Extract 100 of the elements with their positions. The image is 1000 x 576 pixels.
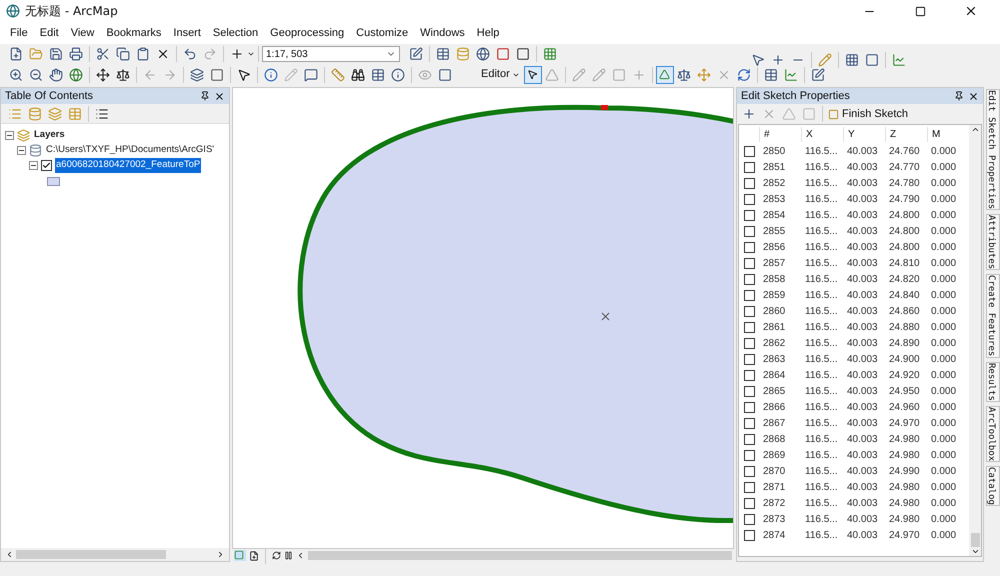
scale-field[interactable]: 1:17, 503 xyxy=(262,46,400,62)
table-cell-text: 2868 xyxy=(762,432,786,446)
checkbox[interactable] xyxy=(41,160,52,171)
collapse-toggle[interactable] xyxy=(17,146,26,155)
table-cell-text: 2860 xyxy=(762,304,786,318)
checkbox[interactable] xyxy=(744,466,754,476)
polygon-feature[interactable] xyxy=(298,104,733,524)
checkbox[interactable] xyxy=(744,354,754,364)
menu-item[interactable]: Windows xyxy=(414,24,471,42)
table-cell-text: 40.003 xyxy=(846,528,879,542)
horizontal-scrollbar[interactable] xyxy=(1,548,229,561)
table-cell-text: 40.003 xyxy=(846,448,879,462)
menu-item[interactable]: Geoprocessing xyxy=(264,24,350,42)
layout-view-icon[interactable] xyxy=(248,550,259,560)
layers-icon xyxy=(17,129,30,142)
scroll-thumb[interactable] xyxy=(16,550,166,559)
checkbox[interactable] xyxy=(744,418,754,428)
table-cell-text: 2864 xyxy=(762,368,786,382)
scroll-thumb[interactable] xyxy=(970,533,980,547)
tree-label[interactable]: C:\Users\TXYF_HP\Documents\ArcGIS' xyxy=(45,143,216,158)
checkbox[interactable] xyxy=(744,386,754,396)
table-cell-text: 0.000 xyxy=(930,224,958,238)
menu-item[interactable]: Selection xyxy=(206,24,264,42)
refresh-icon[interactable] xyxy=(272,551,281,560)
checkbox[interactable] xyxy=(744,498,754,508)
checkbox[interactable] xyxy=(744,290,754,300)
table-cell-text: 40.003 xyxy=(846,144,879,158)
column-header[interactable]: Z xyxy=(885,126,927,142)
checkbox[interactable] xyxy=(744,482,754,492)
checkbox[interactable] xyxy=(744,274,754,284)
dropdown-caret-icon[interactable] xyxy=(247,50,255,58)
menu-item[interactable]: Insert xyxy=(167,24,207,42)
edit-tool-icon[interactable] xyxy=(524,66,542,84)
checkbox[interactable] xyxy=(744,146,754,156)
side-tab[interactable]: Results xyxy=(986,362,1000,402)
checkbox[interactable] xyxy=(744,450,754,460)
table-cell-text: 116.5... xyxy=(804,144,839,158)
table-cell-text: 24.770 xyxy=(888,160,921,174)
table-cell-text: 116.5... xyxy=(804,368,839,382)
menu-item[interactable]: Edit xyxy=(34,24,65,42)
table-cell-text: 24.760 xyxy=(888,144,921,158)
column-header[interactable]: # xyxy=(759,126,801,142)
checkbox[interactable] xyxy=(744,210,754,220)
table-cell-text: 40.003 xyxy=(846,256,879,270)
menu-item[interactable]: Bookmarks xyxy=(100,24,168,42)
table-cell-text: 24.980 xyxy=(888,448,921,462)
checkbox[interactable] xyxy=(744,402,754,412)
table-cell-text: 24.860 xyxy=(888,304,921,318)
side-tab[interactable]: Edit Sketch Properties xyxy=(986,89,1000,210)
checkbox[interactable] xyxy=(744,530,754,540)
map-canvas[interactable] xyxy=(232,87,734,549)
table-cell-text: 116.5... xyxy=(804,176,839,190)
menu-item[interactable]: Help xyxy=(470,24,506,42)
table-cell-text: 116.5... xyxy=(804,304,839,318)
checkbox[interactable] xyxy=(744,226,754,236)
checkbox[interactable] xyxy=(744,514,754,524)
collapse-toggle[interactable] xyxy=(5,131,14,140)
checkbox[interactable] xyxy=(744,162,754,172)
menu-item[interactable]: File xyxy=(4,24,34,42)
column-header[interactable]: X xyxy=(801,126,843,142)
side-tab[interactable]: Catalog xyxy=(986,466,1000,506)
close-icon[interactable] xyxy=(968,90,979,102)
table-cell-text: 0.000 xyxy=(930,336,958,350)
table-cell-text: 24.810 xyxy=(888,256,921,270)
collapse-toggle[interactable] xyxy=(29,161,38,170)
scroll-down-icon[interactable] xyxy=(970,547,980,556)
horizontal-scrollbar[interactable] xyxy=(308,551,732,560)
side-tab[interactable]: ArcToolbox xyxy=(986,406,1000,462)
menu-item[interactable]: Customize xyxy=(350,24,414,42)
close-icon[interactable] xyxy=(214,90,225,102)
vertical-scrollbar[interactable] xyxy=(969,125,981,556)
pin-icon[interactable] xyxy=(954,91,964,101)
checkbox[interactable] xyxy=(744,306,754,316)
menu-item[interactable]: View xyxy=(64,24,100,42)
table-cell-text: 0.000 xyxy=(930,528,958,542)
table-cell-text: 116.5... xyxy=(804,448,839,462)
side-tab[interactable]: Attributes xyxy=(986,214,1000,270)
tree-label[interactable]: Layers xyxy=(33,128,66,143)
finish-sketch-button[interactable]: Finish Sketch xyxy=(826,106,910,122)
data-view-icon[interactable] xyxy=(234,550,246,561)
checkbox[interactable] xyxy=(744,194,754,204)
checkbox[interactable] xyxy=(744,370,754,380)
checkbox[interactable] xyxy=(744,338,754,348)
column-header[interactable]: Y xyxy=(843,126,885,142)
side-tab[interactable]: Create Features xyxy=(986,274,1000,358)
checkbox[interactable] xyxy=(744,242,754,252)
tree-label[interactable]: a6006820180427002_FeatureToP xyxy=(55,158,202,173)
checkbox[interactable] xyxy=(744,258,754,268)
table-cell-text: 2871 xyxy=(762,480,786,494)
table-cell-text: 2857 xyxy=(762,256,786,270)
pin-icon[interactable] xyxy=(200,91,210,101)
scroll-left-icon[interactable] xyxy=(5,550,14,559)
pause-icon[interactable] xyxy=(284,551,293,560)
table-cell-text: 2870 xyxy=(762,464,786,478)
checkbox[interactable] xyxy=(744,178,754,188)
table-cell-text: 116.5... xyxy=(804,272,839,286)
checkbox[interactable] xyxy=(744,434,754,444)
scroll-up-icon[interactable] xyxy=(970,125,980,134)
checkbox[interactable] xyxy=(744,322,754,332)
editor-menu[interactable]: Editor xyxy=(477,66,524,83)
